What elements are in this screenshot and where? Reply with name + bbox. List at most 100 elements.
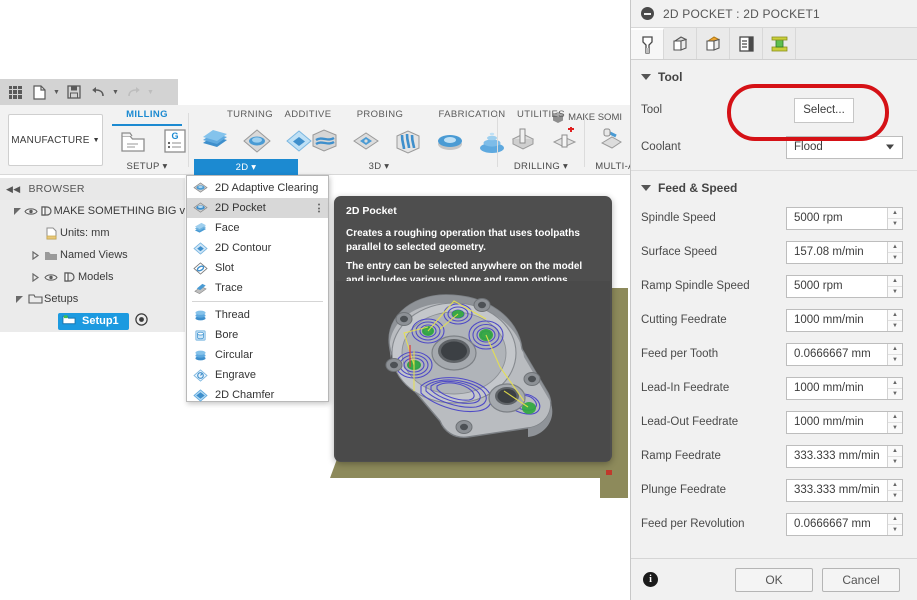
- feed-per-tooth-input[interactable]: 0.0666667 mm ▲ ▼: [786, 342, 903, 366]
- tab-geometry[interactable]: [664, 28, 697, 59]
- menu-item-face[interactable]: Face: [187, 218, 328, 238]
- drill-icon[interactable]: [504, 125, 542, 157]
- setup-activate-radio-icon[interactable]: [134, 313, 148, 329]
- spindle-speed-input[interactable]: 5000 rpm ▲ ▼: [786, 206, 903, 230]
- pencil-3d-icon[interactable]: [389, 125, 427, 157]
- tab-passes[interactable]: [730, 28, 763, 59]
- spinner-up-icon[interactable]: ▲: [888, 276, 902, 287]
- setup1-selected-pill[interactable]: Setup1: [58, 312, 129, 330]
- tab-linking[interactable]: [763, 28, 796, 59]
- twisty-open-icon[interactable]: [12, 295, 26, 304]
- ribbon-tab-probing[interactable]: PROBING: [335, 109, 425, 120]
- cutting-feedrate-input[interactable]: 1000 mm/min ▲ ▼: [786, 308, 903, 332]
- spinner-down-icon[interactable]: ▼: [888, 423, 902, 433]
- spinner-arrows[interactable]: ▲ ▼: [887, 241, 902, 263]
- spinner-down-icon[interactable]: ▼: [888, 219, 902, 229]
- spinner-down-icon[interactable]: ▼: [888, 457, 902, 467]
- spinner-arrows[interactable]: ▲ ▼: [887, 343, 902, 365]
- spinner-down-icon[interactable]: ▼: [888, 491, 902, 501]
- ribbon-tab-2d[interactable]: 2D ▾: [194, 159, 298, 175]
- tree-item-root[interactable]: MAKE SOMETHING BIG v: [0, 200, 185, 222]
- spinner-up-icon[interactable]: ▲: [888, 208, 902, 219]
- spinner-down-icon[interactable]: ▼: [888, 321, 902, 331]
- coolant-dropdown[interactable]: Flood: [786, 135, 903, 159]
- twisty-open-icon[interactable]: [12, 207, 24, 216]
- spinner-arrows[interactable]: ▲ ▼: [887, 275, 902, 297]
- ribbon-tab-utilities[interactable]: UTILITIES: [500, 109, 582, 120]
- adaptive-clearing-icon[interactable]: [196, 125, 234, 157]
- pocket-icon[interactable]: [238, 125, 276, 157]
- lead-in-feedrate-input[interactable]: 1000 mm/min ▲ ▼: [786, 376, 903, 400]
- spinner-arrows[interactable]: ▲ ▼: [887, 207, 902, 229]
- spinner-up-icon[interactable]: ▲: [888, 412, 902, 423]
- spinner-down-icon[interactable]: ▼: [888, 355, 902, 365]
- spinner-up-icon[interactable]: ▲: [888, 242, 902, 253]
- section-header-tool[interactable]: Tool: [631, 64, 917, 90]
- ramp-feedrate-input[interactable]: 333.333 mm/min ▲ ▼: [786, 444, 903, 468]
- spinner-up-icon[interactable]: ▲: [888, 480, 902, 491]
- tab-heights[interactable]: [697, 28, 730, 59]
- tab-tool[interactable]: [631, 28, 664, 59]
- menu-item-engrave[interactable]: Engrave: [187, 365, 328, 385]
- menu-item-2d-pocket[interactable]: 2D Pocket: [187, 198, 328, 218]
- spinner-arrows[interactable]: ▲ ▼: [887, 309, 902, 331]
- twisty-closed-icon[interactable]: [28, 250, 42, 260]
- menu-item-2d-chamfer[interactable]: 2D Chamfer: [187, 385, 328, 405]
- save-icon[interactable]: [63, 81, 85, 103]
- tree-item-setup1[interactable]: Setup1: [0, 310, 185, 332]
- tree-item-units[interactable]: Units: mm: [0, 222, 185, 244]
- spinner-down-icon[interactable]: ▼: [888, 525, 902, 535]
- undo-chevron-down-icon[interactable]: ▼: [111, 81, 120, 103]
- menu-item-2d-adaptive-clearing[interactable]: 2D Adaptive Clearing: [187, 178, 328, 198]
- redo-icon[interactable]: [122, 81, 144, 103]
- visibility-eye-icon[interactable]: [42, 273, 60, 282]
- spinner-arrows[interactable]: ▲ ▼: [887, 513, 902, 535]
- surface-speed-input[interactable]: 157.08 m/min ▲ ▼: [786, 240, 903, 264]
- radial-3d-icon[interactable]: [431, 125, 469, 157]
- spinner-up-icon[interactable]: ▲: [888, 378, 902, 389]
- tree-item-models[interactable]: Models: [0, 266, 185, 288]
- drill-new-icon[interactable]: [546, 125, 584, 157]
- workspace-switcher[interactable]: MANUFACTURE ▼: [8, 114, 103, 166]
- feed-per-revolution-input[interactable]: 0.0666667 mm ▲ ▼: [786, 512, 903, 536]
- plunge-feedrate-input[interactable]: 333.333 mm/min ▲ ▼: [786, 478, 903, 502]
- spinner-arrows[interactable]: ▲ ▼: [887, 445, 902, 467]
- spinner-down-icon[interactable]: ▼: [888, 253, 902, 263]
- menu-item-bore[interactable]: Bore: [187, 325, 328, 345]
- ramp-spindle-speed-input[interactable]: 5000 rpm ▲ ▼: [786, 274, 903, 298]
- tree-item-named-views[interactable]: Named Views: [0, 244, 185, 266]
- spinner-arrows[interactable]: ▲ ▼: [887, 479, 902, 501]
- scallop-3d-icon[interactable]: [347, 125, 385, 157]
- spinner-arrows[interactable]: ▲ ▼: [887, 377, 902, 399]
- menu-item-thread[interactable]: Thread: [187, 305, 328, 325]
- spinner-up-icon[interactable]: ▲: [888, 344, 902, 355]
- tool-select-button[interactable]: Select...: [794, 97, 854, 123]
- ribbon-tab-milling[interactable]: MILLING: [108, 109, 186, 120]
- info-icon[interactable]: i: [643, 572, 658, 587]
- new-file-icon[interactable]: [28, 81, 50, 103]
- multiaxis-icon[interactable]: [592, 125, 630, 157]
- parallel-3d-icon[interactable]: [305, 125, 343, 157]
- twisty-closed-icon[interactable]: [28, 272, 42, 282]
- menu-item-slot[interactable]: Slot: [187, 258, 328, 278]
- spinner-up-icon[interactable]: ▲: [888, 514, 902, 525]
- setup-new-icon[interactable]: [114, 125, 152, 157]
- menu-item-2d-contour[interactable]: 2D Contour: [187, 238, 328, 258]
- tree-item-setups[interactable]: Setups: [0, 288, 185, 310]
- spinner-up-icon[interactable]: ▲: [888, 310, 902, 321]
- menu-item-overflow-icon[interactable]: [318, 203, 320, 213]
- new-file-chevron-down-icon[interactable]: ▼: [52, 81, 61, 103]
- app-grid-icon[interactable]: [4, 81, 26, 103]
- spinner-up-icon[interactable]: ▲: [888, 446, 902, 457]
- spinner-down-icon[interactable]: ▼: [888, 389, 902, 399]
- undo-icon[interactable]: [87, 81, 109, 103]
- spinner-down-icon[interactable]: ▼: [888, 287, 902, 297]
- cancel-button[interactable]: Cancel: [822, 567, 900, 592]
- collapse-icon[interactable]: [641, 7, 654, 20]
- section-header-feed-and-speed[interactable]: Feed & Speed: [631, 175, 917, 201]
- spinner-arrows[interactable]: ▲ ▼: [887, 411, 902, 433]
- browser-collapse-icon[interactable]: ◀◀: [6, 184, 20, 195]
- ok-button[interactable]: OK: [735, 567, 813, 592]
- visibility-eye-icon[interactable]: [24, 207, 39, 216]
- lead-out-feedrate-input[interactable]: 1000 mm/min ▲ ▼: [786, 410, 903, 434]
